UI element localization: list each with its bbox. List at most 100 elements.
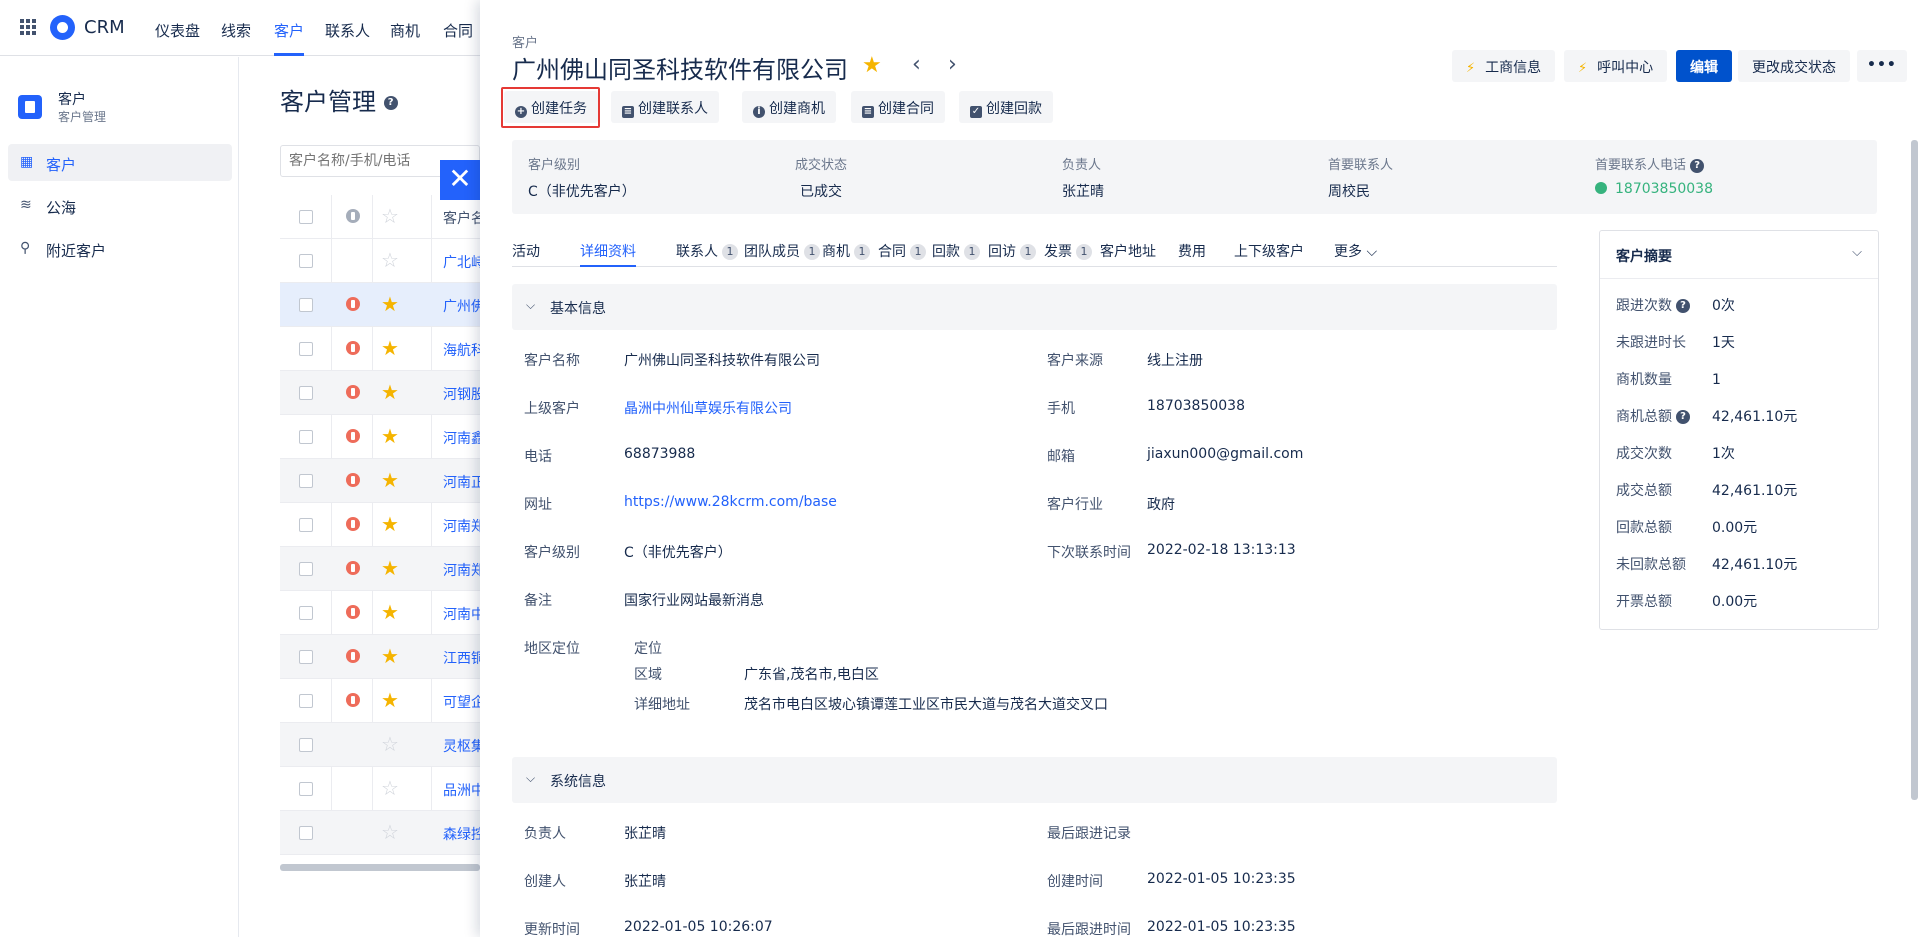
- table-row[interactable]: ★ 江西铜: [280, 635, 480, 679]
- app-grid-icon[interactable]: [20, 19, 36, 35]
- row-checkbox[interactable]: [299, 298, 313, 312]
- customer-name-link[interactable]: 河南鑫: [443, 428, 480, 448]
- nav-contacts[interactable]: 联系人: [325, 20, 370, 41]
- tab-10[interactable]: 费用: [1178, 241, 1206, 261]
- edit-button[interactable]: 编辑: [1676, 50, 1732, 82]
- parent-customer-link[interactable]: 晶洲中州仙草娱乐有限公司: [624, 398, 792, 418]
- change-deal-status-button[interactable]: 更改成交状态: [1738, 50, 1850, 82]
- customer-name-link[interactable]: 海航科: [443, 340, 480, 360]
- table-row[interactable]: ★ 广州佛: [280, 283, 480, 327]
- customer-name-link[interactable]: 河南中: [443, 604, 480, 624]
- website-link[interactable]: https://www.28kcrm.com/base: [624, 494, 837, 510]
- select-all-checkbox[interactable]: [299, 210, 313, 224]
- more-options-button[interactable]: •••: [1857, 50, 1907, 82]
- table-row[interactable]: ★ 海航科: [280, 327, 480, 371]
- table-row[interactable]: ☆ 森绿控: [280, 811, 480, 855]
- table-row[interactable]: ★ 河钢股: [280, 371, 480, 415]
- table-row[interactable]: ☆ 灵枢集: [280, 723, 480, 767]
- tab-5[interactable]: 合同 1: [878, 241, 926, 261]
- customer-name-link[interactable]: 江西铜: [443, 648, 480, 668]
- row-checkbox[interactable]: [299, 430, 313, 444]
- help-icon[interactable]: ?: [383, 96, 398, 110]
- customer-name-link[interactable]: 河南郑: [443, 516, 480, 536]
- tab-9[interactable]: 客户地址: [1100, 241, 1156, 261]
- table-row[interactable]: ★ 河南正: [280, 459, 480, 503]
- star-icon[interactable]: ★: [381, 557, 399, 579]
- star-icon[interactable]: ★: [381, 425, 399, 447]
- table-row[interactable]: ★ 河南郑: [280, 547, 480, 591]
- create-opportunity-button[interactable]: i 创建商机: [742, 91, 836, 123]
- tab-6[interactable]: 回款 1: [932, 241, 980, 261]
- row-checkbox[interactable]: [299, 738, 313, 752]
- star-icon[interactable]: ☆: [381, 249, 399, 271]
- table-row[interactable]: ☆ 品洲中: [280, 767, 480, 811]
- star-icon[interactable]: ★: [381, 645, 399, 667]
- customer-name-link[interactable]: 品洲中: [443, 780, 480, 800]
- nav-leads[interactable]: 线索: [221, 20, 251, 41]
- row-checkbox[interactable]: [299, 694, 313, 708]
- star-icon[interactable]: ☆: [381, 733, 399, 755]
- tab-8[interactable]: 发票 1: [1044, 241, 1092, 261]
- row-checkbox[interactable]: [299, 826, 313, 840]
- nav-contracts[interactable]: 合同: [443, 20, 473, 41]
- customer-name-link[interactable]: 河钢股: [443, 384, 480, 404]
- row-checkbox[interactable]: [299, 562, 313, 576]
- table-row[interactable]: ★ 河南郑: [280, 503, 480, 547]
- chevron-down-icon[interactable]: ⌵: [1852, 245, 1862, 260]
- tab-4[interactable]: 商机 1: [822, 241, 870, 261]
- row-checkbox[interactable]: [299, 518, 313, 532]
- create-contract-button[interactable]: ≡ 创建合同: [851, 91, 945, 123]
- help-icon[interactable]: ?: [1676, 410, 1690, 424]
- customer-name-link[interactable]: 可望企: [443, 692, 480, 712]
- star-icon[interactable]: ★: [862, 53, 882, 78]
- row-checkbox[interactable]: [299, 782, 313, 796]
- row-checkbox[interactable]: [299, 474, 313, 488]
- tab-12[interactable]: 更多 ⌵: [1334, 241, 1377, 261]
- next-arrow-icon[interactable]: ›: [948, 52, 957, 77]
- create-contact-button[interactable]: ≡ 创建联系人: [611, 91, 719, 123]
- table-row[interactable]: ★ 河南中: [280, 591, 480, 635]
- table-row[interactable]: ★ 可望企: [280, 679, 480, 723]
- nav-opportunities[interactable]: 商机: [390, 20, 420, 41]
- tab-7[interactable]: 回访 1: [988, 241, 1036, 261]
- tab-11[interactable]: 上下级客户: [1234, 241, 1304, 261]
- star-icon[interactable]: ★: [381, 689, 399, 711]
- table-row[interactable]: ★ 河南鑫: [280, 415, 480, 459]
- basic-info-section-header[interactable]: ⌵ 基本信息: [512, 284, 1557, 330]
- customer-name-link[interactable]: 广州佛: [443, 296, 480, 316]
- close-drawer-button[interactable]: ✕: [440, 160, 480, 200]
- prev-arrow-icon[interactable]: ‹: [912, 52, 921, 77]
- row-checkbox[interactable]: [299, 386, 313, 400]
- tab-2[interactable]: 联系人 1: [676, 241, 738, 261]
- star-icon[interactable]: ☆: [381, 777, 399, 799]
- tab-1[interactable]: 详细资料: [580, 241, 636, 267]
- tab-3[interactable]: 团队成员 1: [744, 241, 820, 261]
- star-icon[interactable]: ★: [381, 381, 399, 403]
- tab-0[interactable]: 活动: [512, 241, 540, 261]
- nav-dashboard[interactable]: 仪表盘: [155, 20, 200, 41]
- system-info-section-header[interactable]: ⌵ 系统信息: [512, 757, 1557, 803]
- sidebar-item-public-pool[interactable]: ≋ 公海: [8, 187, 232, 224]
- row-checkbox[interactable]: [299, 606, 313, 620]
- customer-name-link[interactable]: 森绿控: [443, 824, 480, 844]
- help-icon[interactable]: ?: [1676, 299, 1690, 313]
- customer-name-link[interactable]: 河南正: [443, 472, 480, 492]
- card-header[interactable]: 客户摘要 ⌵: [1600, 231, 1878, 279]
- vertical-scrollbar[interactable]: [1911, 140, 1918, 800]
- table-row[interactable]: ☆ 广北峙: [280, 239, 480, 283]
- star-icon[interactable]: ★: [381, 469, 399, 491]
- call-center-button[interactable]: ⚡ 呼叫中心: [1564, 50, 1668, 82]
- sidebar-item-nearby[interactable]: ⚲ 附近客户: [8, 230, 232, 267]
- create-payment-button[interactable]: ✓ 创建回款: [959, 91, 1053, 123]
- star-icon[interactable]: ★: [381, 293, 399, 315]
- nav-customers[interactable]: 客户: [274, 20, 305, 56]
- customer-name-link[interactable]: 河南郑: [443, 560, 480, 580]
- customer-name-link[interactable]: 广北峙: [443, 252, 480, 272]
- row-checkbox[interactable]: [299, 650, 313, 664]
- star-icon[interactable]: ☆: [381, 821, 399, 843]
- star-icon[interactable]: ★: [381, 513, 399, 535]
- row-checkbox[interactable]: [299, 254, 313, 268]
- business-info-button[interactable]: ⚡ 工商信息: [1452, 50, 1556, 82]
- star-icon[interactable]: ★: [381, 601, 399, 623]
- customer-name-link[interactable]: 灵枢集: [443, 736, 480, 756]
